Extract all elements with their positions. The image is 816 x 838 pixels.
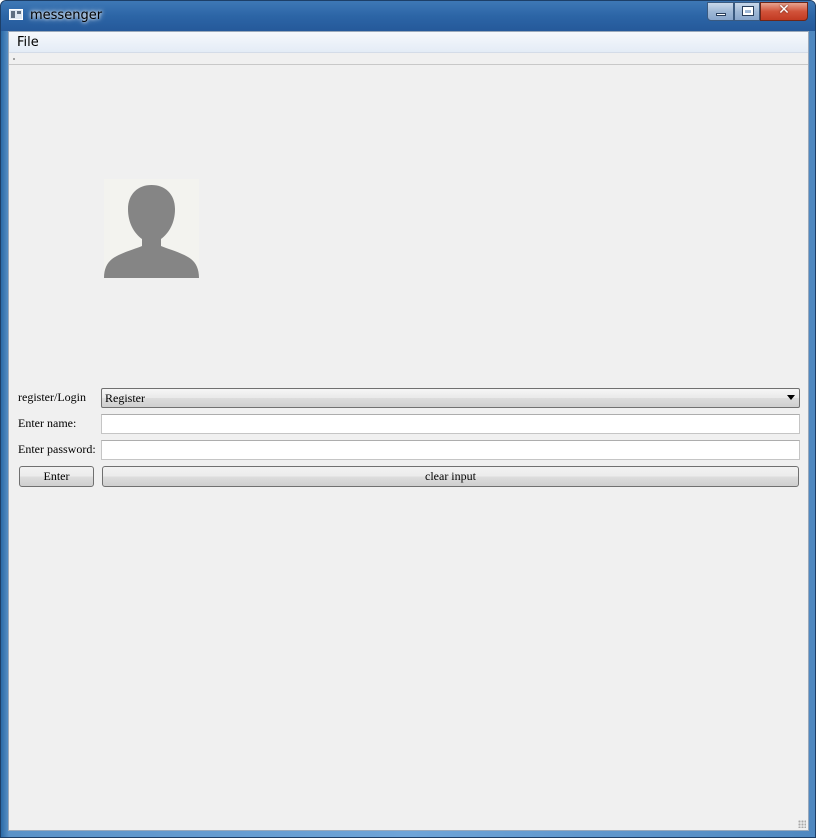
resize-grip[interactable]	[798, 820, 806, 828]
user-silhouette-icon	[104, 185, 199, 278]
password-label: Enter password:	[18, 442, 96, 456]
chevron-down-icon	[787, 395, 795, 400]
app-window-icon[interactable]	[9, 9, 23, 20]
window-title: messenger	[30, 8, 103, 23]
avatar	[104, 179, 199, 278]
mode-select-value: Register	[105, 391, 145, 405]
menu-file[interactable]: File	[17, 35, 39, 50]
menu-bar: File	[9, 32, 808, 53]
maximize-icon	[742, 6, 754, 16]
password-input[interactable]	[101, 440, 800, 460]
name-label: Enter name:	[18, 416, 77, 430]
close-icon: ✕	[778, 2, 790, 18]
minimize-icon	[716, 13, 726, 16]
mode-select[interactable]: Register	[101, 388, 800, 408]
minimize-button[interactable]	[707, 2, 734, 21]
enter-button[interactable]: Enter	[19, 466, 94, 487]
application-window: messenger ✕ File register/Login Register…	[0, 0, 816, 838]
title-bar[interactable]: messenger ✕	[1, 1, 815, 31]
clear-input-button[interactable]: clear input	[102, 466, 799, 487]
name-input[interactable]	[101, 414, 800, 434]
close-button[interactable]: ✕	[760, 2, 808, 21]
mode-label: register/Login	[18, 390, 86, 404]
toolbar-handle[interactable]	[13, 58, 15, 60]
client-area: File register/Login Register Enter name:…	[8, 31, 809, 831]
maximize-button[interactable]	[734, 2, 760, 21]
toolbar	[9, 53, 808, 65]
